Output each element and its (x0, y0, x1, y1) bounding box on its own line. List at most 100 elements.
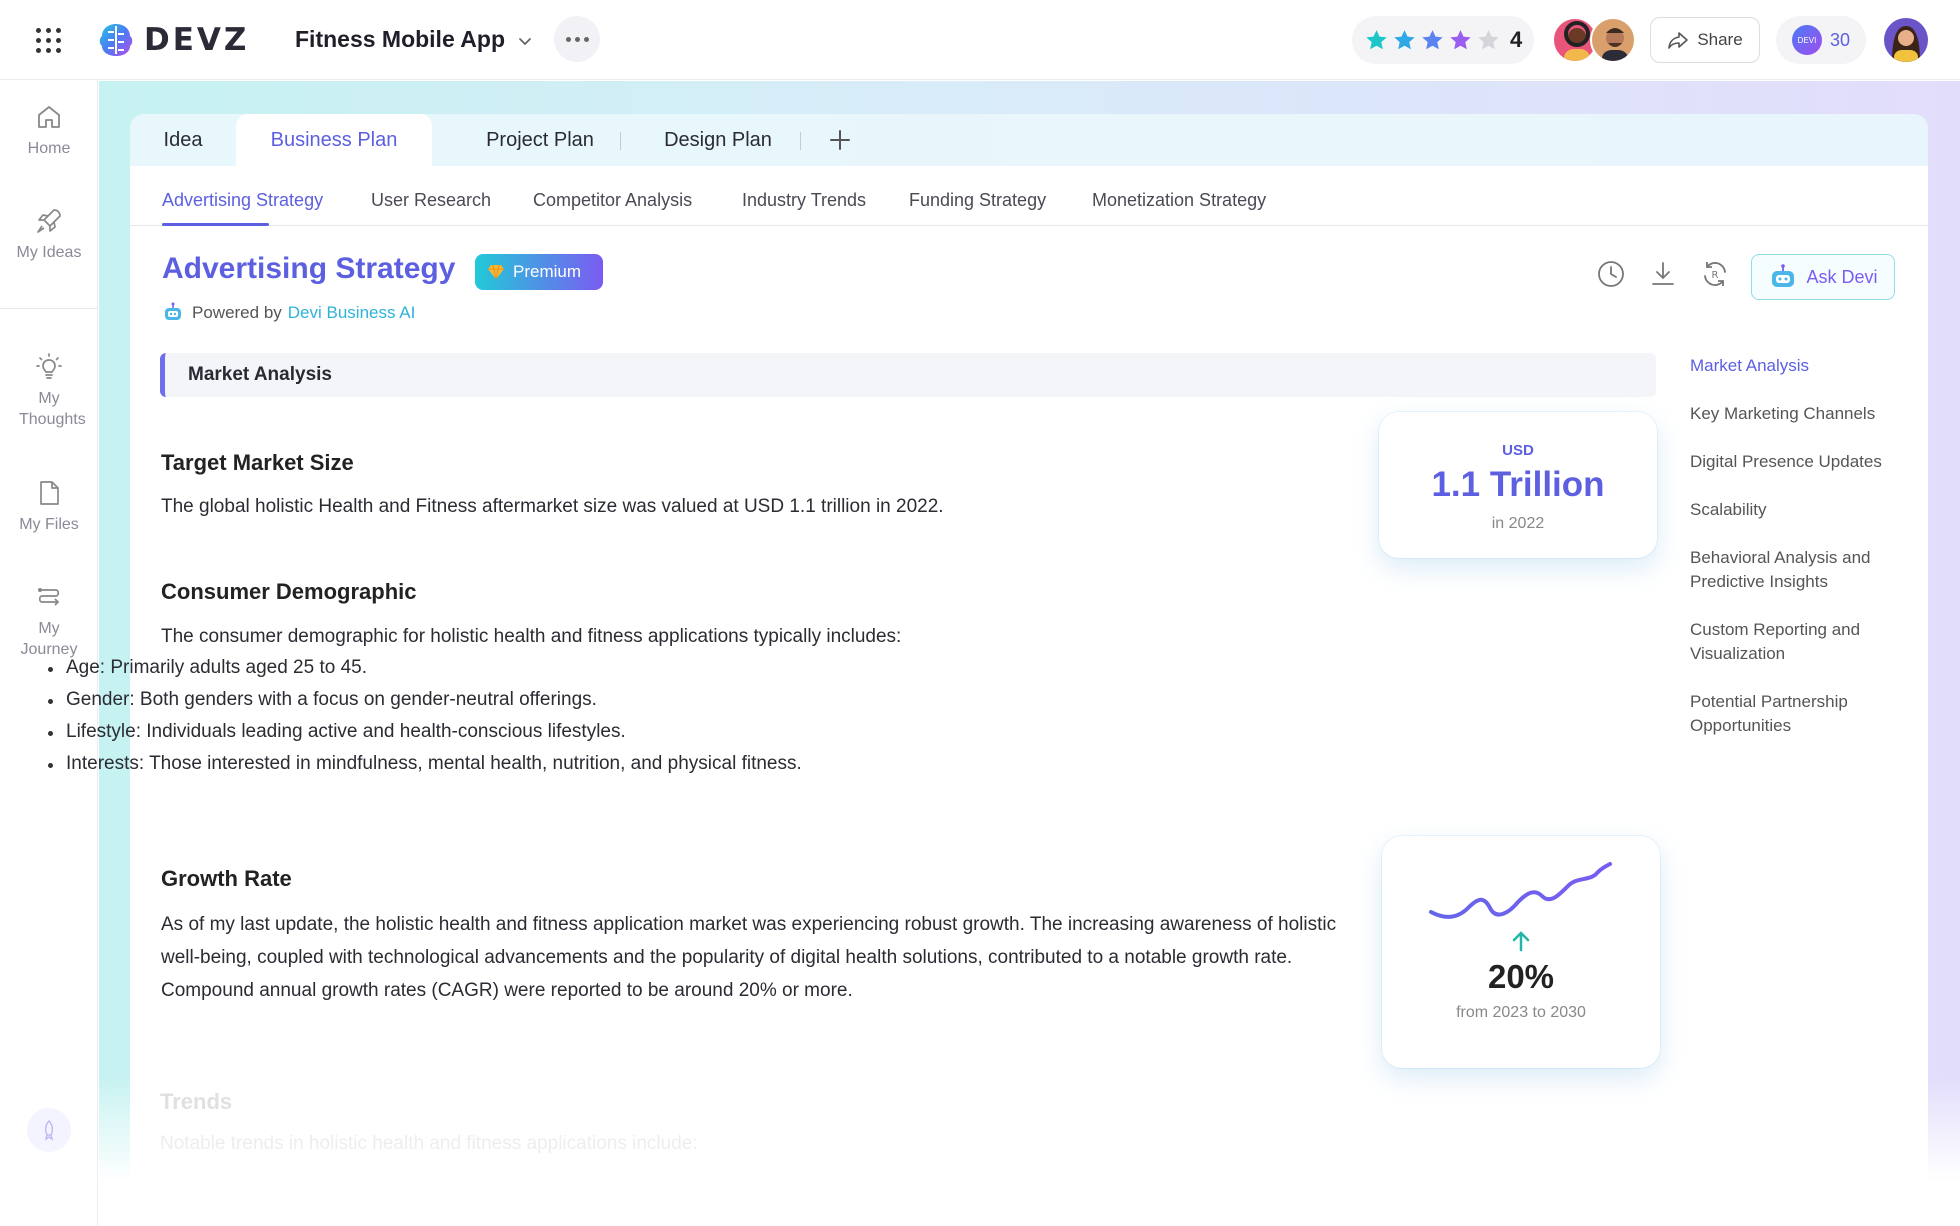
rocket-icon (37, 209, 61, 233)
diamond-icon (488, 264, 504, 280)
growth-trend-icon (1429, 862, 1612, 919)
toc-item-potential-partnership[interactable]: Potential Partnership Opportunities (1690, 690, 1910, 738)
sidebar-item-my-ideas[interactable]: My Ideas (0, 206, 98, 263)
file-icon (40, 481, 59, 505)
share-button[interactable]: Share (1650, 17, 1760, 63)
star-empty-icon (1478, 29, 1499, 49)
target-market-text: The global holistic Health and Fitness a… (161, 496, 944, 517)
toc-item-digital-presence-updates[interactable]: Digital Presence Updates (1690, 450, 1910, 474)
toc-item-behavioral-analysis[interactable]: Behavioral Analysis and Predictive Insig… (1690, 546, 1910, 594)
subtab-monetization-strategy[interactable]: Monetization Strategy (1092, 190, 1266, 211)
sidebar-item-label: My Ideas (16, 244, 82, 261)
growth-rate-heading: Growth Rate (161, 866, 292, 891)
growth-rate-value: 20% (1487, 958, 1555, 995)
subtab-advertising-strategy[interactable]: Advertising Strategy (162, 190, 323, 211)
consumer-demographic-heading: Consumer Demographic (161, 579, 417, 604)
toc-item-key-marketing-channels[interactable]: Key Marketing Channels (1690, 402, 1910, 426)
ask-devi-button[interactable]: Ask Devi (1751, 254, 1895, 300)
credits-badge[interactable]: DEVI 30 (1776, 16, 1866, 64)
list-item: Age: Primarily adults aged 25 to 45. (46, 652, 802, 684)
regenerate-icon[interactable]: R (1699, 258, 1731, 290)
devi-coin-icon: DEVI (1792, 25, 1822, 55)
launch-button[interactable] (27, 1108, 71, 1152)
market-size-currency: USD (1502, 442, 1534, 459)
sidebar-item-my-thoughts[interactable]: My Thoughts (0, 352, 98, 430)
add-tab-icon[interactable] (827, 127, 853, 153)
tab-business-plan[interactable]: Business Plan (236, 114, 432, 166)
sidebar-item-label: My Files (19, 516, 79, 533)
star-filled-icon (1422, 29, 1443, 49)
dot-icon (583, 36, 589, 42)
trends-heading: Trends (160, 1089, 233, 1114)
growth-rate-text: As of my last update, the holistic healt… (161, 914, 1337, 1001)
chevron-down-icon[interactable] (516, 32, 534, 50)
sidebar-item-home[interactable]: Home (0, 102, 98, 159)
plan-tabs: Idea Business Plan Project Plan Design P… (130, 114, 1928, 166)
market-size-period: in 2022 (1491, 515, 1545, 532)
sidebar-item-label: Home (27, 140, 71, 157)
tab-design-plan[interactable]: Design Plan (630, 114, 806, 166)
premium-badge[interactable]: Premium (475, 254, 603, 290)
lightbulb-icon (36, 353, 62, 379)
devi-business-ai-link[interactable]: Devi Business AI (288, 303, 416, 323)
growth-rate-period: from 2023 to 2030 (1456, 1004, 1586, 1021)
collaborator-avatars[interactable] (1552, 17, 1636, 63)
market-size-value: 1.1 Trillion (1431, 465, 1605, 504)
subtab-user-research[interactable]: User Research (371, 190, 491, 211)
growth-rate-card: 20% from 2023 to 2030 (1382, 836, 1660, 1068)
powered-by: Powered by Devi Business AI (162, 302, 415, 324)
project-title[interactable]: Fitness Mobile App (295, 26, 505, 53)
market-size-card: USD 1.1 Trillion in 2022 (1379, 412, 1657, 558)
more-options-button[interactable] (554, 16, 600, 62)
dot-icon (565, 36, 571, 42)
toc-item-market-analysis[interactable]: Market Analysis (1690, 354, 1910, 378)
apps-grid-icon[interactable] (36, 28, 62, 54)
toc-item-custom-reporting[interactable]: Custom Reporting and Visualization (1690, 618, 1910, 666)
route-icon (38, 588, 60, 606)
star-filled-icon (1394, 29, 1415, 49)
sidebar-divider (0, 308, 98, 309)
sidebar-item-my-files[interactable]: My Files (0, 478, 98, 535)
subtab-funding-strategy[interactable]: Funding Strategy (909, 190, 1046, 211)
subtab-competitor-analysis[interactable]: Competitor Analysis (533, 190, 692, 211)
list-item: Interests: Those interested in mindfulne… (46, 748, 802, 780)
share-icon (1668, 32, 1689, 49)
devi-bot-icon (1772, 264, 1795, 287)
home-icon (38, 106, 60, 128)
premium-label: Premium (513, 262, 582, 281)
user-avatar[interactable] (1884, 18, 1928, 62)
target-market-heading: Target Market Size (161, 450, 354, 475)
top-bar: DEVZ Fitness Mobile App 4 Share DEVI 30 (0, 0, 1960, 80)
devi-bot-icon (165, 302, 181, 320)
list-item: Lifestyle: Individuals leading active an… (46, 716, 802, 748)
trends-intro: Notable trends in holistic health and fi… (160, 1133, 698, 1154)
tab-separator (800, 132, 801, 150)
section-banner: Market Analysis (160, 353, 1656, 397)
toc-item-scalability[interactable]: Scalability (1690, 498, 1910, 522)
list-item: Gender: Both genders with a focus on gen… (46, 684, 802, 716)
brain-logo-icon (99, 24, 133, 56)
tab-project-plan[interactable]: Project Plan (452, 114, 628, 166)
credits-value: 30 (1830, 29, 1851, 50)
download-icon[interactable] (1647, 258, 1679, 290)
share-label: Share (1697, 30, 1743, 49)
tab-separator (620, 132, 621, 150)
section-subtabs: Advertising Strategy User Research Compe… (130, 166, 1928, 226)
ask-devi-label: Ask Devi (1806, 266, 1878, 287)
rocket-icon (44, 1119, 54, 1141)
logo[interactable]: DEVZ (96, 20, 249, 60)
consumer-demographic-intro: The consumer demographic for holistic he… (161, 626, 902, 647)
star-filled-icon (1366, 29, 1387, 49)
rating-value: 4 (1510, 27, 1523, 52)
sidebar-item-my-journey[interactable]: My Journey (0, 582, 98, 660)
active-subtab-indicator (162, 223, 269, 226)
avatar[interactable] (1590, 17, 1636, 63)
tab-idea[interactable]: Idea (130, 114, 236, 166)
history-icon[interactable] (1595, 258, 1627, 290)
arrow-up-icon (1512, 931, 1530, 952)
subtab-industry-trends[interactable]: Industry Trends (742, 190, 866, 211)
star-filled-icon (1450, 29, 1471, 49)
svg-text:R: R (1712, 270, 1719, 281)
sidebar-item-label: My Thoughts (19, 390, 86, 428)
rating-badge[interactable]: 4 (1352, 16, 1534, 64)
